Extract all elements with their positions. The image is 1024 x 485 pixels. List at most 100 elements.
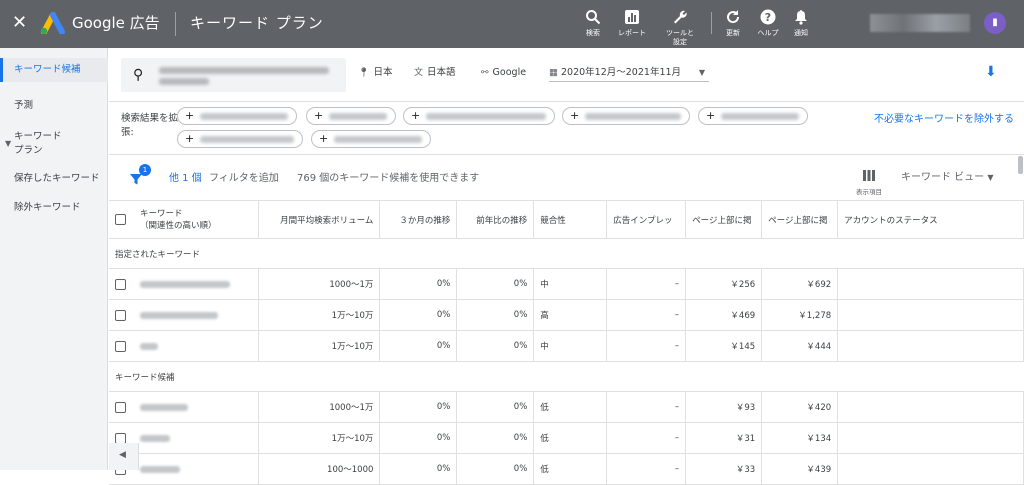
column-monthly-volume[interactable]: 月間平均検索ボリューム	[258, 200, 381, 239]
sidebar-item-keyword-plan[interactable]: キーワード プラン	[0, 130, 108, 158]
table-row[interactable]: 1000～1万 0% 0% 中 – ￥256 ￥692	[109, 268, 1024, 300]
search-tool-button[interactable]: 検索	[571, 8, 615, 38]
account-info-redacted[interactable]	[870, 14, 970, 32]
add-filter-button[interactable]: フィルタを追加	[209, 172, 279, 186]
column-account-status[interactable]: アカウントのステータス	[837, 200, 1024, 239]
keyword-suggestion-chip[interactable]: +	[403, 107, 555, 125]
keyword-suggestion-chip[interactable]: +	[562, 107, 690, 125]
volume-cell: 1万～10万	[258, 422, 381, 454]
filter-bar: 1 他 1 個 フィルタを追加 769 個のキーワード候補を使用できます 表示項…	[109, 158, 1024, 202]
plus-icon: +	[185, 132, 195, 145]
table-row[interactable]: 1万～10万 0% 0% 中 – ￥145 ￥444	[109, 330, 1024, 362]
sidebar-item-label: キーワード プラン	[14, 131, 62, 156]
keyword-suggestion-chip[interactable]: +	[177, 130, 303, 148]
column-keyword[interactable]: キーワード （関連性の高い順）	[109, 200, 260, 239]
caret-down-icon: ▼	[987, 173, 994, 182]
sidebar-item-forecast[interactable]: 予測	[0, 99, 108, 113]
table-row[interactable]: 1万～10万 0% 0% 高 – ￥469 ￥1,278	[109, 299, 1024, 331]
notifications-button[interactable]: 通知	[779, 8, 823, 38]
column-3month-trend[interactable]: ３か月の推移	[379, 200, 458, 239]
column-competition[interactable]: 競合性	[533, 200, 608, 239]
sidebar-item-negative-keywords[interactable]: 除外キーワード	[0, 201, 108, 215]
keyword-suggestion-chip[interactable]: +	[311, 130, 431, 148]
translate-icon: 文	[414, 68, 424, 78]
date-range-value: 2020年12月～2021年11月	[561, 67, 682, 78]
table-row[interactable]: 1000～1万 0% 0% 低 – ￥93 ￥420	[109, 391, 1024, 423]
select-all-checkbox[interactable]	[115, 214, 126, 225]
tool-label: ツールと設定	[666, 29, 694, 46]
trend-yoy-cell: 0%	[456, 330, 535, 362]
title-divider	[175, 12, 176, 36]
column-label: 広告インプレッ	[613, 215, 673, 226]
redacted-suggestion	[721, 113, 799, 120]
report-tool-button[interactable]: レポート	[610, 8, 654, 38]
redacted-keywords	[159, 78, 209, 85]
column-ad-impression-share[interactable]: 広告インプレッ	[606, 200, 687, 239]
row-checkbox[interactable]	[115, 401, 126, 413]
date-range-select[interactable]: ▦ 2020年12月～2021年11月 ▼	[549, 66, 709, 82]
keyword-view-select[interactable]: キーワード ビュー ▼	[901, 171, 994, 185]
bid-high-cell: ￥439	[761, 453, 839, 485]
remove-unneeded-keywords-link[interactable]: 不必要なキーワードを除外する	[869, 112, 1019, 127]
bid-low-cell: ￥469	[685, 299, 763, 331]
section-label: 指定されたキーワード	[109, 238, 1024, 269]
competition-cell: 高	[533, 299, 608, 331]
redacted-suggestion	[426, 113, 546, 120]
avatar[interactable]: ▮	[984, 12, 1006, 34]
bid-low-cell: ￥256	[685, 268, 763, 300]
network-filter[interactable]: ⚯ Google	[481, 66, 526, 80]
svg-text:?: ?	[765, 11, 771, 24]
column-top-bid-high[interactable]: ページ上部に掲	[761, 200, 839, 239]
keyword-search-input[interactable]: ⚲	[121, 58, 346, 92]
column-top-bid-low[interactable]: ページ上部に掲	[685, 200, 763, 239]
redacted-keyword	[140, 342, 158, 350]
location-filter[interactable]: 📍︎ 日本	[358, 66, 392, 80]
search-row: ⚲ 📍︎ 日本 文日本語 ⚯ Google ▦ 2020年12月～2021年11月 ▼…	[109, 48, 1024, 98]
column-label: アカウントのステータス	[844, 215, 938, 226]
google-ads-logo	[40, 12, 65, 34]
collapse-panel-button[interactable]: ◀	[109, 443, 139, 470]
redacted-keyword	[140, 465, 180, 473]
sidebar-item-saved-keywords[interactable]: 保存したキーワード	[0, 172, 108, 186]
section-header-row: 指定されたキーワード	[109, 238, 1024, 269]
sidebar-item-keyword-ideas[interactable]: キーワード候補	[0, 58, 108, 82]
refresh-icon	[727, 10, 740, 24]
impression-cell: –	[606, 299, 687, 331]
table-row[interactable]: 1万～10万 0% 0% 低 – ￥31 ￥134	[109, 422, 1024, 454]
row-checkbox[interactable]	[115, 432, 126, 444]
bid-low-cell: ￥31	[685, 422, 763, 454]
volume-cell: 1000～1万	[258, 391, 381, 423]
scrollbar[interactable]	[1018, 156, 1023, 174]
volume-cell: 1000～1万	[258, 268, 381, 300]
table-row[interactable]: 100～1000 0% 0% 低 – ￥33 ￥439	[109, 453, 1024, 485]
columns-button[interactable]: 表示項目	[854, 166, 884, 196]
row-checkbox[interactable]	[115, 278, 126, 290]
column-yoy-trend[interactable]: 前年比の推移	[456, 200, 535, 239]
tools-settings-button[interactable]: ツールと設定	[658, 8, 702, 47]
sidebar-item-label: キーワード候補	[14, 64, 81, 75]
tool-label: 通知	[794, 29, 808, 37]
keyword-suggestion-chip[interactable]: +	[306, 107, 396, 125]
language-filter[interactable]: 文日本語	[414, 66, 456, 80]
competition-cell: 低	[533, 422, 608, 454]
plus-icon: +	[314, 109, 324, 122]
redacted-keyword	[140, 311, 218, 319]
redacted-suggestion	[200, 136, 294, 143]
chevron-down-icon: ▼	[698, 68, 705, 77]
bid-high-cell: ￥1,278	[761, 299, 839, 331]
column-label: 競合性	[540, 215, 566, 226]
row-checkbox[interactable]	[115, 340, 126, 352]
trend-3m-cell: 0%	[379, 422, 458, 454]
close-icon[interactable]: ✕	[12, 13, 27, 33]
expand-label: 検索結果を拡張:	[121, 113, 179, 138]
impression-cell: –	[606, 453, 687, 485]
keyword-suggestion-chip[interactable]: +	[698, 107, 808, 125]
calendar-icon: ▦	[549, 67, 561, 78]
report-icon	[625, 10, 639, 24]
keyword-suggestion-chip[interactable]: +	[177, 107, 297, 125]
download-icon[interactable]: ⬇	[985, 64, 997, 80]
row-checkbox[interactable]	[115, 309, 126, 321]
redacted-suggestion	[329, 113, 387, 120]
other-filter-chip[interactable]: 他 1 個	[169, 172, 202, 186]
status-cell	[837, 453, 1024, 485]
